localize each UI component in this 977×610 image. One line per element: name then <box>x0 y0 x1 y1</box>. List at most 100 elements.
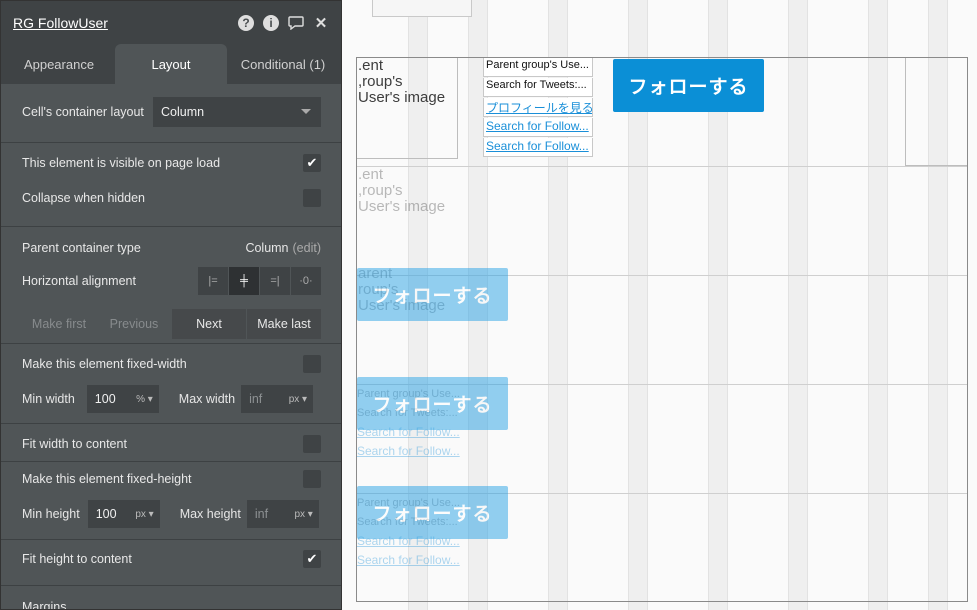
search-follow-link-box[interactable]: Search for Follow... <box>483 118 593 137</box>
previous-button[interactable]: Previous <box>97 309 171 339</box>
min-width-value: 100 <box>94 392 116 406</box>
element-fragment[interactable] <box>372 0 472 17</box>
chevron-down-icon <box>301 109 311 114</box>
follow-button[interactable]: フォローする <box>613 59 764 112</box>
image-placeholder-text: ,roup's <box>358 182 403 199</box>
follow-button[interactable]: フォローする <box>357 377 508 430</box>
divider <box>1 343 341 344</box>
text-column: Parent group's Use... Search for Tweets:… <box>483 58 593 158</box>
height-row: Min height 100 px ▾ Max height inf px ▾ <box>1 500 341 528</box>
fit-height-label: Fit height to content <box>22 552 132 566</box>
cell-layout-value: Column <box>161 105 205 119</box>
make-first-button[interactable]: Make first <box>22 309 96 339</box>
element-title[interactable]: RG FollowUser <box>13 15 229 31</box>
align-distribute-icon[interactable]: ·0· <box>291 267 321 295</box>
tab-layout[interactable]: Layout <box>115 44 227 84</box>
editor-canvas[interactable]: .ent ,roup's User's image Parent group's… <box>342 0 977 610</box>
fit-width-row: Fit width to content <box>1 434 341 454</box>
divider <box>1 423 341 424</box>
panel-tabs: Appearance Layout Conditional (1) <box>1 44 341 84</box>
parent-type-edit-link[interactable]: (edit) <box>293 241 321 255</box>
cell-layout-dropdown[interactable]: Column <box>153 97 321 127</box>
view-profile-link[interactable]: プロフィールを見る <box>486 101 592 115</box>
tab-conditional[interactable]: Conditional (1) <box>227 44 339 84</box>
divider <box>1 539 341 540</box>
help-icon[interactable]: ? <box>238 14 254 31</box>
align-center-icon[interactable]: ╪ <box>229 267 259 295</box>
view-profile-link-box[interactable]: プロフィールを見る <box>483 98 593 117</box>
search-follow-link[interactable]: Search for Follow... <box>357 551 967 570</box>
search-tweets-text[interactable]: Search for Tweets:... <box>483 78 593 97</box>
follow-button[interactable]: フォローする <box>357 486 508 539</box>
repeating-group-followuser[interactable]: .ent ,roup's User's image Parent group's… <box>356 57 968 602</box>
parent-group-user-image[interactable]: .ent ,roup's User's image <box>357 167 458 268</box>
reorder-buttons: Make first Previous Next Make last <box>22 309 322 339</box>
rg-cell[interactable]: .ent ,roup's User's image <box>357 167 967 276</box>
max-width-value: inf <box>249 392 263 406</box>
max-height-value: inf <box>254 507 269 521</box>
fixed-width-checkbox[interactable] <box>303 355 321 373</box>
h-align-group: |= ╪ =| ·0· <box>197 267 321 295</box>
fit-width-checkbox[interactable] <box>303 435 321 453</box>
tab-appearance[interactable]: Appearance <box>3 44 115 84</box>
max-width-input[interactable]: inf px ▾ <box>241 385 314 413</box>
next-button[interactable]: Next <box>172 309 246 339</box>
min-height-value: 100 <box>95 507 117 521</box>
fixed-height-checkbox[interactable] <box>303 470 321 488</box>
parent-group-user-image[interactable]: .ent ,roup's User's image <box>357 58 458 159</box>
divider <box>1 226 341 227</box>
fixed-width-label: Make this element fixed-width <box>22 357 187 371</box>
cell-right-element[interactable] <box>905 58 967 166</box>
divider <box>1 142 341 143</box>
min-width-input[interactable]: 100 % ▾ <box>86 385 159 413</box>
min-height-unit[interactable]: px ▾ <box>135 509 153 520</box>
rg-cell[interactable]: Parent group's Use... Search for Tweets:… <box>357 486 967 601</box>
max-width-label: Max width <box>178 392 236 406</box>
fixed-height-label: Make this element fixed-height <box>22 472 192 486</box>
rg-cell[interactable]: .ent ,roup's User's image Parent group's… <box>357 58 967 167</box>
parent-type-value: Column <box>245 241 289 255</box>
fit-height-row: Fit height to content ✔ <box>1 549 341 569</box>
info-icon[interactable]: i <box>263 14 279 31</box>
collapse-hidden-row: Collapse when hidden <box>1 188 341 208</box>
image-placeholder-text: ,roup's <box>358 73 403 90</box>
parent-type-label: Parent container type <box>22 241 141 255</box>
max-height-unit[interactable]: px ▾ <box>294 509 312 520</box>
rg-cell[interactable]: arent roup's User's image フォローする <box>357 266 967 385</box>
margins-label: Margins <box>22 600 67 610</box>
search-follow-link[interactable]: Search for Follow... <box>486 139 589 153</box>
collapse-hidden-label: Collapse when hidden <box>22 191 146 205</box>
fixed-height-row: Make this element fixed-height <box>1 469 341 489</box>
h-align-label: Horizontal alignment <box>22 274 136 288</box>
image-placeholder-text: User's image <box>358 89 446 106</box>
cell-layout-label: Cell's container layout <box>22 105 144 119</box>
parent-type-row: Parent container type Column (edit) <box>1 238 341 258</box>
image-placeholder-text: .ent <box>358 167 384 183</box>
search-follow-link[interactable]: Search for Follow... <box>357 442 967 461</box>
image-placeholder-text: .ent <box>358 58 384 74</box>
fit-height-checkbox[interactable]: ✔ <box>303 550 321 568</box>
collapse-hidden-checkbox[interactable] <box>303 189 321 207</box>
make-last-button[interactable]: Make last <box>247 309 321 339</box>
align-right-icon[interactable]: =| <box>260 267 290 295</box>
image-placeholder-text: User's image <box>358 198 446 215</box>
h-align-row: Horizontal alignment |= ╪ =| ·0· <box>1 267 341 295</box>
search-follow-link-box[interactable]: Search for Follow... <box>483 138 593 157</box>
close-icon[interactable]: ✕ <box>313 15 329 32</box>
cell-layout-row: Cell's container layout Column <box>1 97 341 127</box>
visible-on-load-checkbox[interactable]: ✔ <box>303 154 321 172</box>
max-height-input[interactable]: inf px ▾ <box>246 500 319 528</box>
min-height-input[interactable]: 100 px ▾ <box>87 500 160 528</box>
max-height-label: Max height <box>179 507 241 521</box>
property-editor-panel: RG FollowUser ? i ✕ Appearance Layout Co… <box>0 0 342 610</box>
min-width-unit[interactable]: % ▾ <box>136 394 153 405</box>
search-follow-link[interactable]: Search for Follow... <box>486 119 589 133</box>
max-width-unit[interactable]: px ▾ <box>289 394 307 405</box>
follow-button[interactable]: フォローする <box>357 268 508 321</box>
min-height-label: Min height <box>22 507 80 521</box>
parent-group-user-text[interactable]: Parent group's Use... <box>483 58 593 77</box>
comment-icon[interactable] <box>288 15 304 31</box>
divider <box>1 461 341 462</box>
rg-cell[interactable]: Parent group's Use... Search for Tweets:… <box>357 377 967 494</box>
align-left-icon[interactable]: |= <box>198 267 228 295</box>
